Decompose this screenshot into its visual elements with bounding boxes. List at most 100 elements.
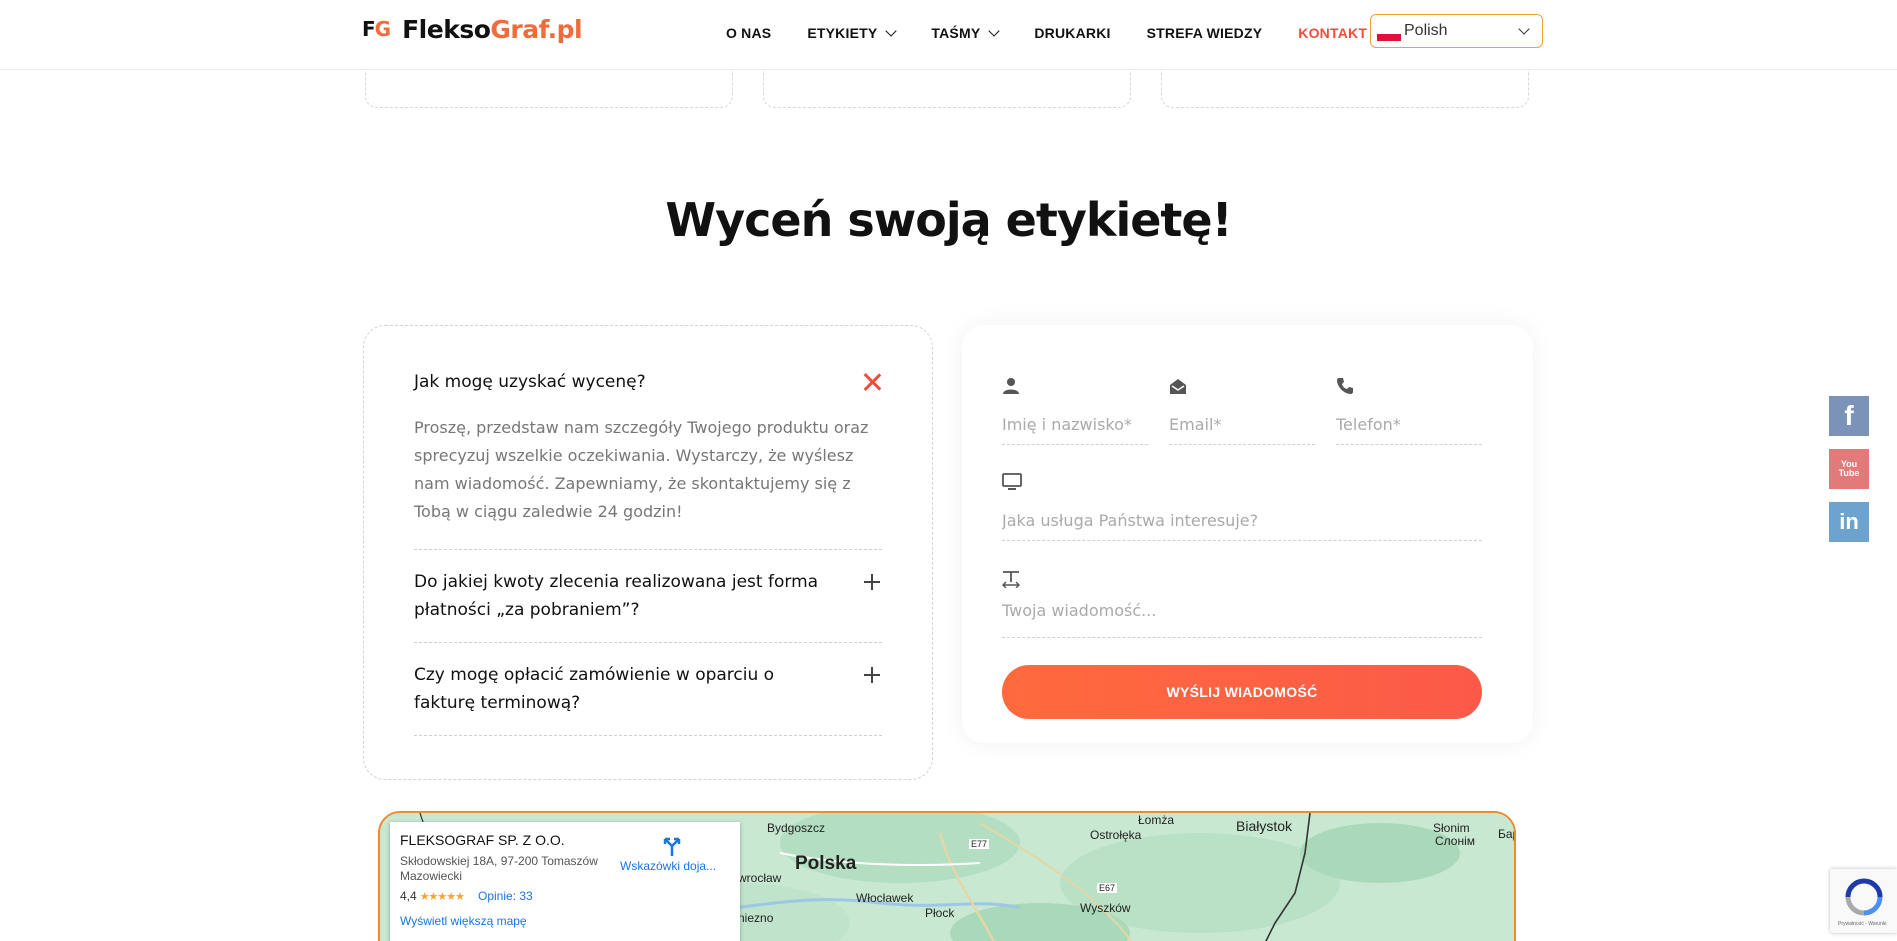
map-place-card: FLEKSOGRAF SP. Z O.O. Skłodowskiej 18A, … <box>390 822 740 941</box>
quote-form: WYŚLIJ WIADOMOŚĆ <box>962 325 1533 743</box>
map-label-city: Слонім <box>1435 834 1476 848</box>
map-rating-value: 4,4 <box>400 889 417 903</box>
linkedin-icon: in <box>1839 509 1859 534</box>
map-label-city: Ostrołęka <box>1090 828 1142 842</box>
faq-accordion: Jak mogę uzyskać wycenę? Proszę, przedst… <box>363 325 933 780</box>
faq-item: Do jakiej kwoty zlecenia realizowana jes… <box>414 568 882 624</box>
faq-item: Czy mogę opłacić zamówienie w oparciu o … <box>414 661 882 717</box>
section-title: Wyceń swoją etykietę! <box>665 193 1232 247</box>
plus-icon[interactable] <box>864 667 880 683</box>
field-underline <box>1169 444 1315 445</box>
logo-mark: FG <box>362 17 391 41</box>
map-place-name: FLEKSOGRAF SP. Z O.O. <box>400 832 565 848</box>
map-label-city: Płock <box>925 906 955 920</box>
desktop-icon <box>1002 473 1022 490</box>
logo-text-part1: Flekso <box>402 14 491 44</box>
map-label-city: Włocławek <box>856 891 914 905</box>
message-input[interactable] <box>1002 598 1482 622</box>
faq-item: Jak mogę uzyskać wycenę? Proszę, przedst… <box>414 368 882 526</box>
logo-text: FleksoGraf.pl <box>402 15 582 44</box>
faq-question-toggle[interactable]: Czy mogę opłacić zamówienie w oparciu o … <box>414 661 834 717</box>
map-place-address: Skłodowskiej 18A, 97-200 Tomaszów Mazowi… <box>400 854 598 883</box>
map-directions-link[interactable]: Wskazówki doja... <box>620 859 716 873</box>
faq-question: Jak mogę uzyskać wycenę? <box>414 372 646 392</box>
site-logo[interactable]: FG FleksoGraf.pl <box>362 14 583 44</box>
map-larger-map-link[interactable]: Wyświetl większą mapę <box>400 914 527 928</box>
email-field-group <box>1169 377 1315 447</box>
name-input[interactable] <box>1002 412 1148 436</box>
faq-answer: Proszę, przedstaw nam szczegóły Twojego … <box>414 418 869 521</box>
map-label-city: Wyszków <box>1080 901 1131 915</box>
nav-item-tasmy[interactable]: TAŚMY <box>931 25 1001 41</box>
chevron-down-icon <box>988 25 1001 37</box>
page: FG FleksoGraf.pl O NAS ETYKIETY TAŚMY DR… <box>0 0 1897 941</box>
map-road-badge: E67 <box>1097 883 1118 893</box>
map-label-city: Białystok <box>1236 818 1293 834</box>
map-label-city: Słonim <box>1433 821 1470 835</box>
email-input[interactable] <box>1169 412 1315 436</box>
linkedin-button[interactable]: in <box>1829 502 1869 542</box>
site-header: FG FleksoGraf.pl O NAS ETYKIETY TAŚMY DR… <box>0 0 1897 70</box>
close-icon[interactable] <box>862 372 882 392</box>
envelope-open-icon <box>1170 379 1186 394</box>
faq-question-toggle[interactable]: Jak mogę uzyskać wycenę? <box>414 368 834 396</box>
plus-icon[interactable] <box>864 574 880 590</box>
faq-divider <box>414 549 882 550</box>
nav-item-etykiety[interactable]: ETYKIETY <box>807 25 898 41</box>
phone-icon <box>1337 378 1353 394</box>
language-select[interactable]: Polish <box>1370 14 1543 48</box>
logo-mark-f: F <box>362 17 376 41</box>
field-underline <box>1002 444 1148 445</box>
field-underline <box>1002 540 1482 541</box>
send-message-button[interactable]: WYŚLIJ WIADOMOŚĆ <box>1002 665 1482 719</box>
facebook-button[interactable]: f <box>1829 396 1869 436</box>
phone-field-group <box>1336 377 1482 447</box>
phone-input[interactable] <box>1336 412 1482 436</box>
map-label-city: Łomża <box>1138 813 1175 827</box>
faq-question-toggle[interactable]: Do jakiej kwoty zlecenia realizowana jes… <box>414 568 834 624</box>
nav-item-label: KONTAKT <box>1298 25 1368 41</box>
logo-mark-g: G <box>374 17 391 41</box>
map-label-city: Bydgoszcz <box>767 821 826 835</box>
field-underline <box>1336 444 1482 445</box>
nav-item-label: DRUKARKI <box>1034 25 1111 41</box>
youtube-icon: You Tube <box>1839 460 1860 478</box>
map-label-city: Бар <box>1498 827 1514 841</box>
name-field-group <box>1002 377 1148 447</box>
youtube-icon-bottom: Tube <box>1838 468 1860 478</box>
faq-divider <box>414 642 882 643</box>
text-size-icon <box>1002 571 1020 588</box>
recaptcha-icon <box>1845 878 1883 916</box>
nav-item-label: O NAS <box>726 25 772 41</box>
main-nav: O NAS ETYKIETY TAŚMY DRUKARKI STREFA WIE… <box>726 0 1403 66</box>
map-label-city: niezno <box>738 911 774 925</box>
logo-text-part2: Graf.pl <box>490 14 583 44</box>
faq-divider <box>414 735 882 736</box>
chevron-down-icon <box>885 25 898 37</box>
nav-item-drukarki[interactable]: DRUKARKI <box>1034 25 1110 41</box>
nav-item-kontakt[interactable]: KONTAKT <box>1298 25 1367 41</box>
faq-question: Do jakiej kwoty zlecenia realizowana jes… <box>414 572 819 620</box>
map-rating: 4,4 ★★★★★ <box>400 889 465 903</box>
star-rating-icon: ★★★★★ <box>419 891 465 903</box>
language-selected-value: Polish <box>1404 22 1448 39</box>
nav-item-label: TAŚMY <box>931 25 981 41</box>
recaptcha-badge[interactable]: Prywatność - Warunki <box>1830 869 1897 933</box>
youtube-button[interactable]: You Tube <box>1829 449 1869 489</box>
user-icon <box>1003 378 1019 394</box>
faq-question: Czy mogę opłacić zamówienie w oparciu o … <box>414 665 775 713</box>
nav-item-o-nas[interactable]: O NAS <box>726 25 771 41</box>
nav-item-label: ETYKIETY <box>807 25 878 41</box>
directions-icon[interactable] <box>660 834 684 858</box>
map-reviews-link[interactable]: Opinie: 33 <box>478 889 533 903</box>
map-label-city: wrocław <box>738 871 782 885</box>
service-field-group <box>1002 473 1482 543</box>
google-map-embed[interactable]: Bydgoszcz Polska Łomża Ostrołęka Białyst… <box>378 811 1516 941</box>
map-road-badge: E77 <box>969 839 990 849</box>
facebook-icon: f <box>1844 400 1854 431</box>
field-underline <box>1002 637 1482 638</box>
nav-item-label: STREFA WIEDZY <box>1146 25 1263 41</box>
nav-item-strefa-wiedzy[interactable]: STREFA WIEDZY <box>1147 25 1263 41</box>
chevron-down-icon <box>1518 23 1530 35</box>
service-input[interactable] <box>1002 508 1482 532</box>
